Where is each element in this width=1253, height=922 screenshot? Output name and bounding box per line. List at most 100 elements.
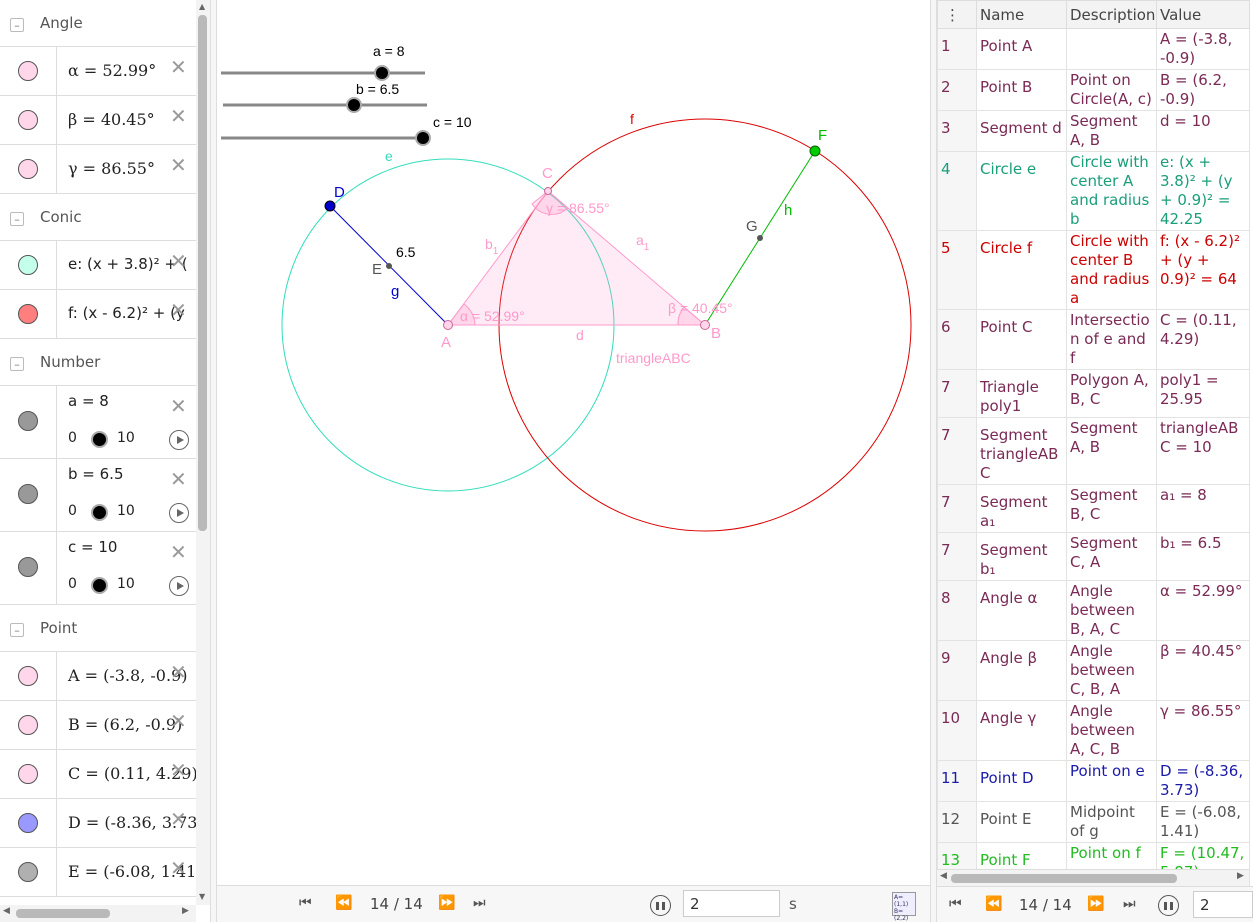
scroll-down-icon[interactable]: ▼ [199, 892, 205, 901]
view-splitter[interactable] [210, 0, 217, 922]
algebra-expression[interactable]: B = (6.2, -0.9) [68, 715, 182, 734]
slider-knob[interactable] [346, 97, 362, 113]
scroll-thumb[interactable] [16, 909, 110, 918]
group-header-number[interactable]: – Number [0, 339, 196, 386]
algebra-expression[interactable]: β = 40.45° [68, 110, 155, 129]
collapse-icon[interactable]: – [10, 212, 24, 226]
visibility-toggle[interactable] [18, 61, 38, 81]
algebra-slider-row[interactable]: a = 8 0 10 ✕ [0, 386, 196, 459]
protocol-row[interactable]: 8 Angle α Angle between B, A, Cα = 52.99° [937, 580, 1250, 641]
delete-icon[interactable]: ✕ [170, 155, 187, 175]
delete-icon[interactable]: ✕ [170, 469, 187, 489]
point-b[interactable] [700, 320, 710, 330]
algebra-row[interactable]: f: (x - 6.2)² + (y ✕ [0, 290, 196, 339]
slider-knob[interactable] [91, 431, 108, 448]
algebra-expression[interactable]: α = 52.99° [68, 61, 156, 80]
collapse-icon[interactable]: – [10, 18, 24, 32]
protocol-row[interactable]: 6 Point C Intersection of e and fC = (0.11… [937, 309, 1250, 370]
delete-icon[interactable]: ✕ [170, 711, 187, 731]
algebra-row[interactable]: B = (6.2, -0.9) ✕ [0, 701, 196, 750]
algebra-slider-row[interactable]: b = 6.5 0 10 ✕ [0, 459, 196, 532]
slider-b[interactable]: b = 6.5 [223, 81, 427, 113]
visibility-toggle[interactable] [18, 110, 38, 130]
slider-knob[interactable] [91, 504, 108, 521]
column-header-name[interactable]: Name [976, 0, 1067, 29]
delete-icon[interactable]: ✕ [170, 251, 187, 271]
collapse-icon[interactable]: – [10, 623, 24, 637]
protocol-row[interactable]: 7 Segment b₁ Segment C, Ab₁ = 6.5 [937, 532, 1250, 581]
previous-step-icon[interactable]: ⏪ [985, 896, 1002, 912]
group-header-conic[interactable]: – Conic [0, 194, 196, 241]
delete-icon[interactable]: ✕ [170, 858, 187, 878]
visibility-toggle[interactable] [18, 159, 38, 179]
slider-knob[interactable] [374, 65, 390, 81]
scroll-thumb[interactable] [198, 15, 207, 531]
delete-icon[interactable]: ✕ [170, 106, 187, 126]
group-header-point[interactable]: – Point [0, 605, 196, 652]
algebra-row[interactable]: D = (-8.36, 3.73 ✕ [0, 799, 197, 848]
view-splitter[interactable] [930, 0, 937, 922]
next-step-icon[interactable]: ⏩ [1087, 896, 1104, 912]
point-f[interactable] [809, 145, 821, 157]
point-d[interactable] [324, 200, 336, 212]
slider-value-text[interactable]: a = 8 [68, 392, 109, 410]
algebra-row[interactable]: e: (x + 3.8)² + (✕ [0, 241, 196, 290]
algebra-horizontal-scrollbar[interactable]: ◀ ▶ [0, 905, 196, 922]
visibility-toggle[interactable] [18, 484, 38, 504]
graphics-canvas[interactable]: a = 8 b = 6.5 c = 10 A B C D E F G e f g… [217, 0, 930, 885]
next-step-icon[interactable]: ⏩ [438, 895, 455, 911]
visibility-toggle[interactable] [18, 411, 38, 431]
protocol-row[interactable]: 7 Segment a₁ Segment B, Ca₁ = 8 [937, 484, 1250, 533]
protocol-row[interactable]: 7 Triangle poly1 Polygon A, B, Cpoly1 = 25… [937, 369, 1250, 418]
visibility-toggle[interactable] [18, 862, 38, 882]
visibility-toggle[interactable] [18, 557, 38, 577]
graphics-view[interactable]: a = 8 b = 6.5 c = 10 A B C D E F G e f g… [217, 0, 930, 885]
delete-icon[interactable]: ✕ [170, 300, 187, 320]
point-g[interactable] [757, 235, 763, 241]
visibility-toggle[interactable] [18, 304, 38, 324]
play-icon[interactable] [169, 576, 189, 596]
last-step-icon[interactable]: ⏭ [1123, 896, 1136, 912]
protocol-row[interactable]: 2 Point B Point on Circle(A, c) B = (6.2, -… [937, 69, 1250, 111]
algebra-vertical-scrollbar[interactable]: ▲ ▼ [196, 0, 210, 905]
visibility-toggle[interactable] [18, 255, 38, 275]
point-a[interactable] [443, 320, 453, 330]
collapse-icon[interactable]: – [10, 357, 24, 371]
slider-a[interactable]: a = 8 [221, 43, 425, 81]
last-step-icon[interactable]: ⏭ [473, 895, 486, 911]
column-header-value[interactable]: Value [1156, 0, 1250, 29]
slider-knob[interactable] [91, 577, 108, 594]
protocol-row[interactable]: 4 Circle e Circle with center A and radius… [937, 151, 1250, 231]
point-e[interactable] [386, 263, 392, 269]
protocol-row[interactable]: 9 Angle β Angle between C, B, Aβ = 40.45° [937, 640, 1250, 701]
pause-icon[interactable] [650, 895, 671, 916]
algebra-slider-row[interactable]: c = 10 0 10 ✕ [0, 532, 196, 605]
column-menu-icon[interactable]: ⋮ [937, 0, 977, 29]
protocol-row[interactable]: 3 Segment d Segment A, Bd = 10 [937, 110, 1250, 152]
protocol-row[interactable]: 10 Angle γ Angle between A, C, Bγ = 86.55° [937, 700, 1250, 761]
algebra-row[interactable]: A = (-3.8, -0.9) ✕ [0, 652, 196, 701]
visibility-toggle[interactable] [18, 813, 38, 833]
algebra-row[interactable]: γ = 86.55° ✕ [0, 145, 196, 194]
scroll-left-icon[interactable]: ◀ [3, 906, 10, 916]
algebra-expression[interactable]: γ = 86.55° [68, 159, 155, 178]
slider-value-text[interactable]: c = 10 [68, 538, 117, 556]
protocol-row[interactable]: 7 Segment triangleABC Segment A, Btriangle… [937, 417, 1250, 485]
algebra-toggle-icon[interactable]: A=(1,1)B=(2,2)y=x [892, 892, 916, 922]
delete-icon[interactable]: ✕ [170, 662, 187, 682]
play-speed-input[interactable] [1193, 891, 1253, 918]
delete-icon[interactable]: ✕ [170, 760, 187, 780]
group-header-angle[interactable]: – Angle [0, 0, 196, 47]
delete-icon[interactable]: ✕ [170, 57, 187, 77]
delete-icon[interactable]: ✕ [170, 542, 187, 562]
protocol-row[interactable]: 5 Circle f Circle with center B and radius… [937, 230, 1250, 310]
scroll-right-icon[interactable]: ▶ [182, 906, 189, 916]
protocol-row[interactable]: 12 Point E Midpoint of gE = (-6.08, 1.41) [937, 801, 1250, 843]
first-step-icon[interactable]: ⏮ [949, 896, 962, 912]
algebra-row[interactable]: β = 40.45° ✕ [0, 96, 196, 145]
protocol-horizontal-scrollbar[interactable]: ◀ ▶ [937, 869, 1249, 886]
play-speed-input[interactable] [683, 890, 780, 917]
delete-icon[interactable]: ✕ [170, 809, 187, 829]
play-icon[interactable] [169, 430, 189, 450]
algebra-row[interactable]: C = (0.11, 4.29) ✕ [0, 750, 198, 799]
